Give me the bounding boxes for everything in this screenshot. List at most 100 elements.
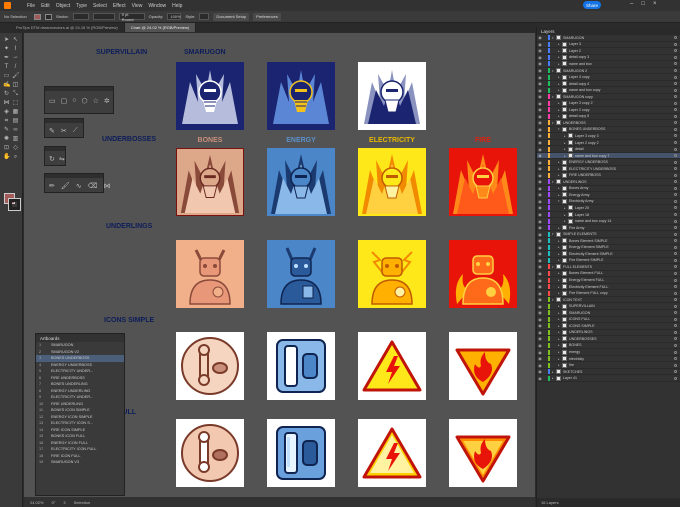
stroke-weight-input[interactable] <box>72 13 89 20</box>
visibility-eye-icon[interactable]: ◉ <box>537 278 543 283</box>
target-circle-icon[interactable] <box>674 317 677 321</box>
icon-full-fire[interactable] <box>449 419 517 487</box>
rotate-tool-icon[interactable]: ↻ <box>3 91 10 98</box>
eraser-tool-icon[interactable]: ✎ <box>49 127 55 135</box>
visibility-eye-icon[interactable]: ◉ <box>537 297 543 302</box>
visibility-eye-icon[interactable]: ◉ <box>537 186 543 191</box>
visibility-eye-icon[interactable]: ◉ <box>537 212 543 217</box>
document-tab[interactable]: Chart @ 24.02 % (RGB/Preview) <box>124 23 197 32</box>
target-circle-icon[interactable] <box>674 291 677 295</box>
visibility-eye-icon[interactable]: ◉ <box>537 68 543 73</box>
visibility-eye-icon[interactable]: ◉ <box>537 114 543 119</box>
target-circle-icon[interactable] <box>674 154 677 158</box>
visibility-eye-icon[interactable]: ◉ <box>537 225 543 230</box>
target-circle-icon[interactable] <box>674 36 677 40</box>
pencil-tool-icon[interactable]: ✏ <box>49 182 55 190</box>
visibility-eye-icon[interactable]: ◉ <box>537 304 543 309</box>
artwork-energy-underling[interactable] <box>267 240 335 308</box>
target-circle-icon[interactable] <box>674 141 677 145</box>
magic-wand-tool-icon[interactable]: ✦ <box>3 46 10 53</box>
variable-width-select[interactable] <box>92 13 115 20</box>
visibility-eye-icon[interactable]: ◉ <box>537 264 543 269</box>
visibility-eye-icon[interactable]: ◉ <box>537 94 543 99</box>
gradient-tool-icon[interactable]: ▤ <box>12 118 19 125</box>
visibility-eye-icon[interactable]: ◉ <box>537 179 543 184</box>
reflect-tool-icon[interactable]: ⇋ <box>59 155 65 163</box>
target-circle-icon[interactable] <box>674 330 677 334</box>
target-circle-icon[interactable] <box>674 258 677 262</box>
visibility-eye-icon[interactable]: ◉ <box>537 166 543 171</box>
icon-simple-electricity[interactable] <box>358 332 426 400</box>
menu-edit[interactable]: Edit <box>41 3 50 9</box>
visibility-eye-icon[interactable]: ◉ <box>537 48 543 53</box>
polygon-tool-icon[interactable]: ⬡ <box>81 97 87 105</box>
target-circle-icon[interactable] <box>674 75 677 79</box>
menu-help[interactable]: Help <box>172 3 182 9</box>
menu-window[interactable]: Window <box>148 3 166 9</box>
direct-selection-tool-icon[interactable]: ↖ <box>12 37 19 44</box>
opacity-input[interactable]: 100% <box>167 13 182 20</box>
brush-select[interactable]: 5 pt. Round <box>118 12 145 22</box>
stroke-swatch[interactable] <box>45 13 52 20</box>
visibility-eye-icon[interactable]: ◉ <box>537 101 543 106</box>
menu-file[interactable]: File <box>27 3 35 9</box>
target-circle-icon[interactable] <box>674 69 677 72</box>
visibility-eye-icon[interactable]: ◉ <box>537 258 543 263</box>
target-circle-icon[interactable] <box>674 49 677 53</box>
target-circle-icon[interactable] <box>674 252 677 256</box>
target-circle-icon[interactable] <box>674 114 677 118</box>
target-circle-icon[interactable] <box>674 134 677 138</box>
visibility-eye-icon[interactable]: ◉ <box>537 199 543 204</box>
hand-tool-icon[interactable]: ✋ <box>3 154 10 161</box>
document-setup-button[interactable]: Document Setup <box>213 12 250 21</box>
target-circle-icon[interactable] <box>674 62 677 66</box>
target-circle-icon[interactable] <box>674 226 677 230</box>
target-circle-icon[interactable] <box>674 311 677 315</box>
artboard-number[interactable]: 3 <box>63 500 65 505</box>
visibility-eye-icon[interactable]: ◉ <box>537 120 543 125</box>
target-circle-icon[interactable] <box>674 239 677 243</box>
zoom-tool-icon[interactable]: ⌕ <box>12 154 19 161</box>
target-circle-icon[interactable] <box>674 55 677 59</box>
artwork-energy-underboss[interactable] <box>267 148 335 216</box>
visibility-eye-icon[interactable]: ◉ <box>537 238 543 243</box>
menu-view[interactable]: View <box>132 3 143 9</box>
zoom-level[interactable]: 24.02% <box>30 500 44 505</box>
target-circle-icon[interactable] <box>674 363 677 367</box>
target-circle-icon[interactable] <box>674 376 677 380</box>
visibility-eye-icon[interactable]: ◉ <box>537 369 543 374</box>
artboard-item[interactable]: 19 SMARUGON V3 <box>36 459 124 466</box>
artwork-smarugon-v2[interactable] <box>267 62 335 130</box>
rounded-rectangle-tool-icon[interactable]: ▢ <box>61 97 68 105</box>
visibility-eye-icon[interactable]: ◉ <box>537 55 543 60</box>
visibility-eye-icon[interactable]: ◉ <box>537 356 543 361</box>
icon-full-bones[interactable] <box>176 419 244 487</box>
artwork-electricity-underboss[interactable] <box>358 148 426 216</box>
scale-tool-icon[interactable]: ⤡ <box>12 91 19 98</box>
visibility-eye-icon[interactable]: ◉ <box>537 133 543 138</box>
eraser-tool-icon[interactable]: ◫ <box>12 82 19 89</box>
join-tool-icon[interactable]: ⋈ <box>104 182 111 190</box>
layer-row[interactable]: ◉ ▸ Layer 41 <box>537 375 680 382</box>
visibility-eye-icon[interactable]: ◉ <box>537 284 543 289</box>
icon-simple-bones[interactable] <box>176 332 244 400</box>
target-circle-icon[interactable] <box>674 324 677 328</box>
visibility-eye-icon[interactable]: ◉ <box>537 173 543 178</box>
star-tool-icon[interactable]: ☆ <box>93 97 99 105</box>
visibility-eye-icon[interactable]: ◉ <box>537 350 543 355</box>
curvature-tool-icon[interactable]: ∽ <box>12 55 19 62</box>
rotation-value[interactable]: 0° <box>52 500 56 505</box>
smooth-tool-icon[interactable]: ∿ <box>76 182 82 190</box>
target-circle-icon[interactable] <box>674 278 677 282</box>
target-circle-icon[interactable] <box>674 173 677 177</box>
target-circle-icon[interactable] <box>674 186 677 190</box>
slice-tool-icon[interactable]: ◇ <box>12 145 19 152</box>
fill-swatch[interactable] <box>34 13 41 20</box>
target-circle-icon[interactable] <box>674 357 677 361</box>
blend-tool-icon[interactable]: ∞ <box>12 127 19 134</box>
artwork-bones-underboss[interactable] <box>176 148 244 216</box>
selection-tool-icon[interactable]: ➤ <box>3 37 10 44</box>
flare-tool-icon[interactable]: ✲ <box>104 97 110 105</box>
line-tool-icon[interactable]: / <box>12 64 19 71</box>
type-tool-icon[interactable]: T <box>3 64 10 71</box>
